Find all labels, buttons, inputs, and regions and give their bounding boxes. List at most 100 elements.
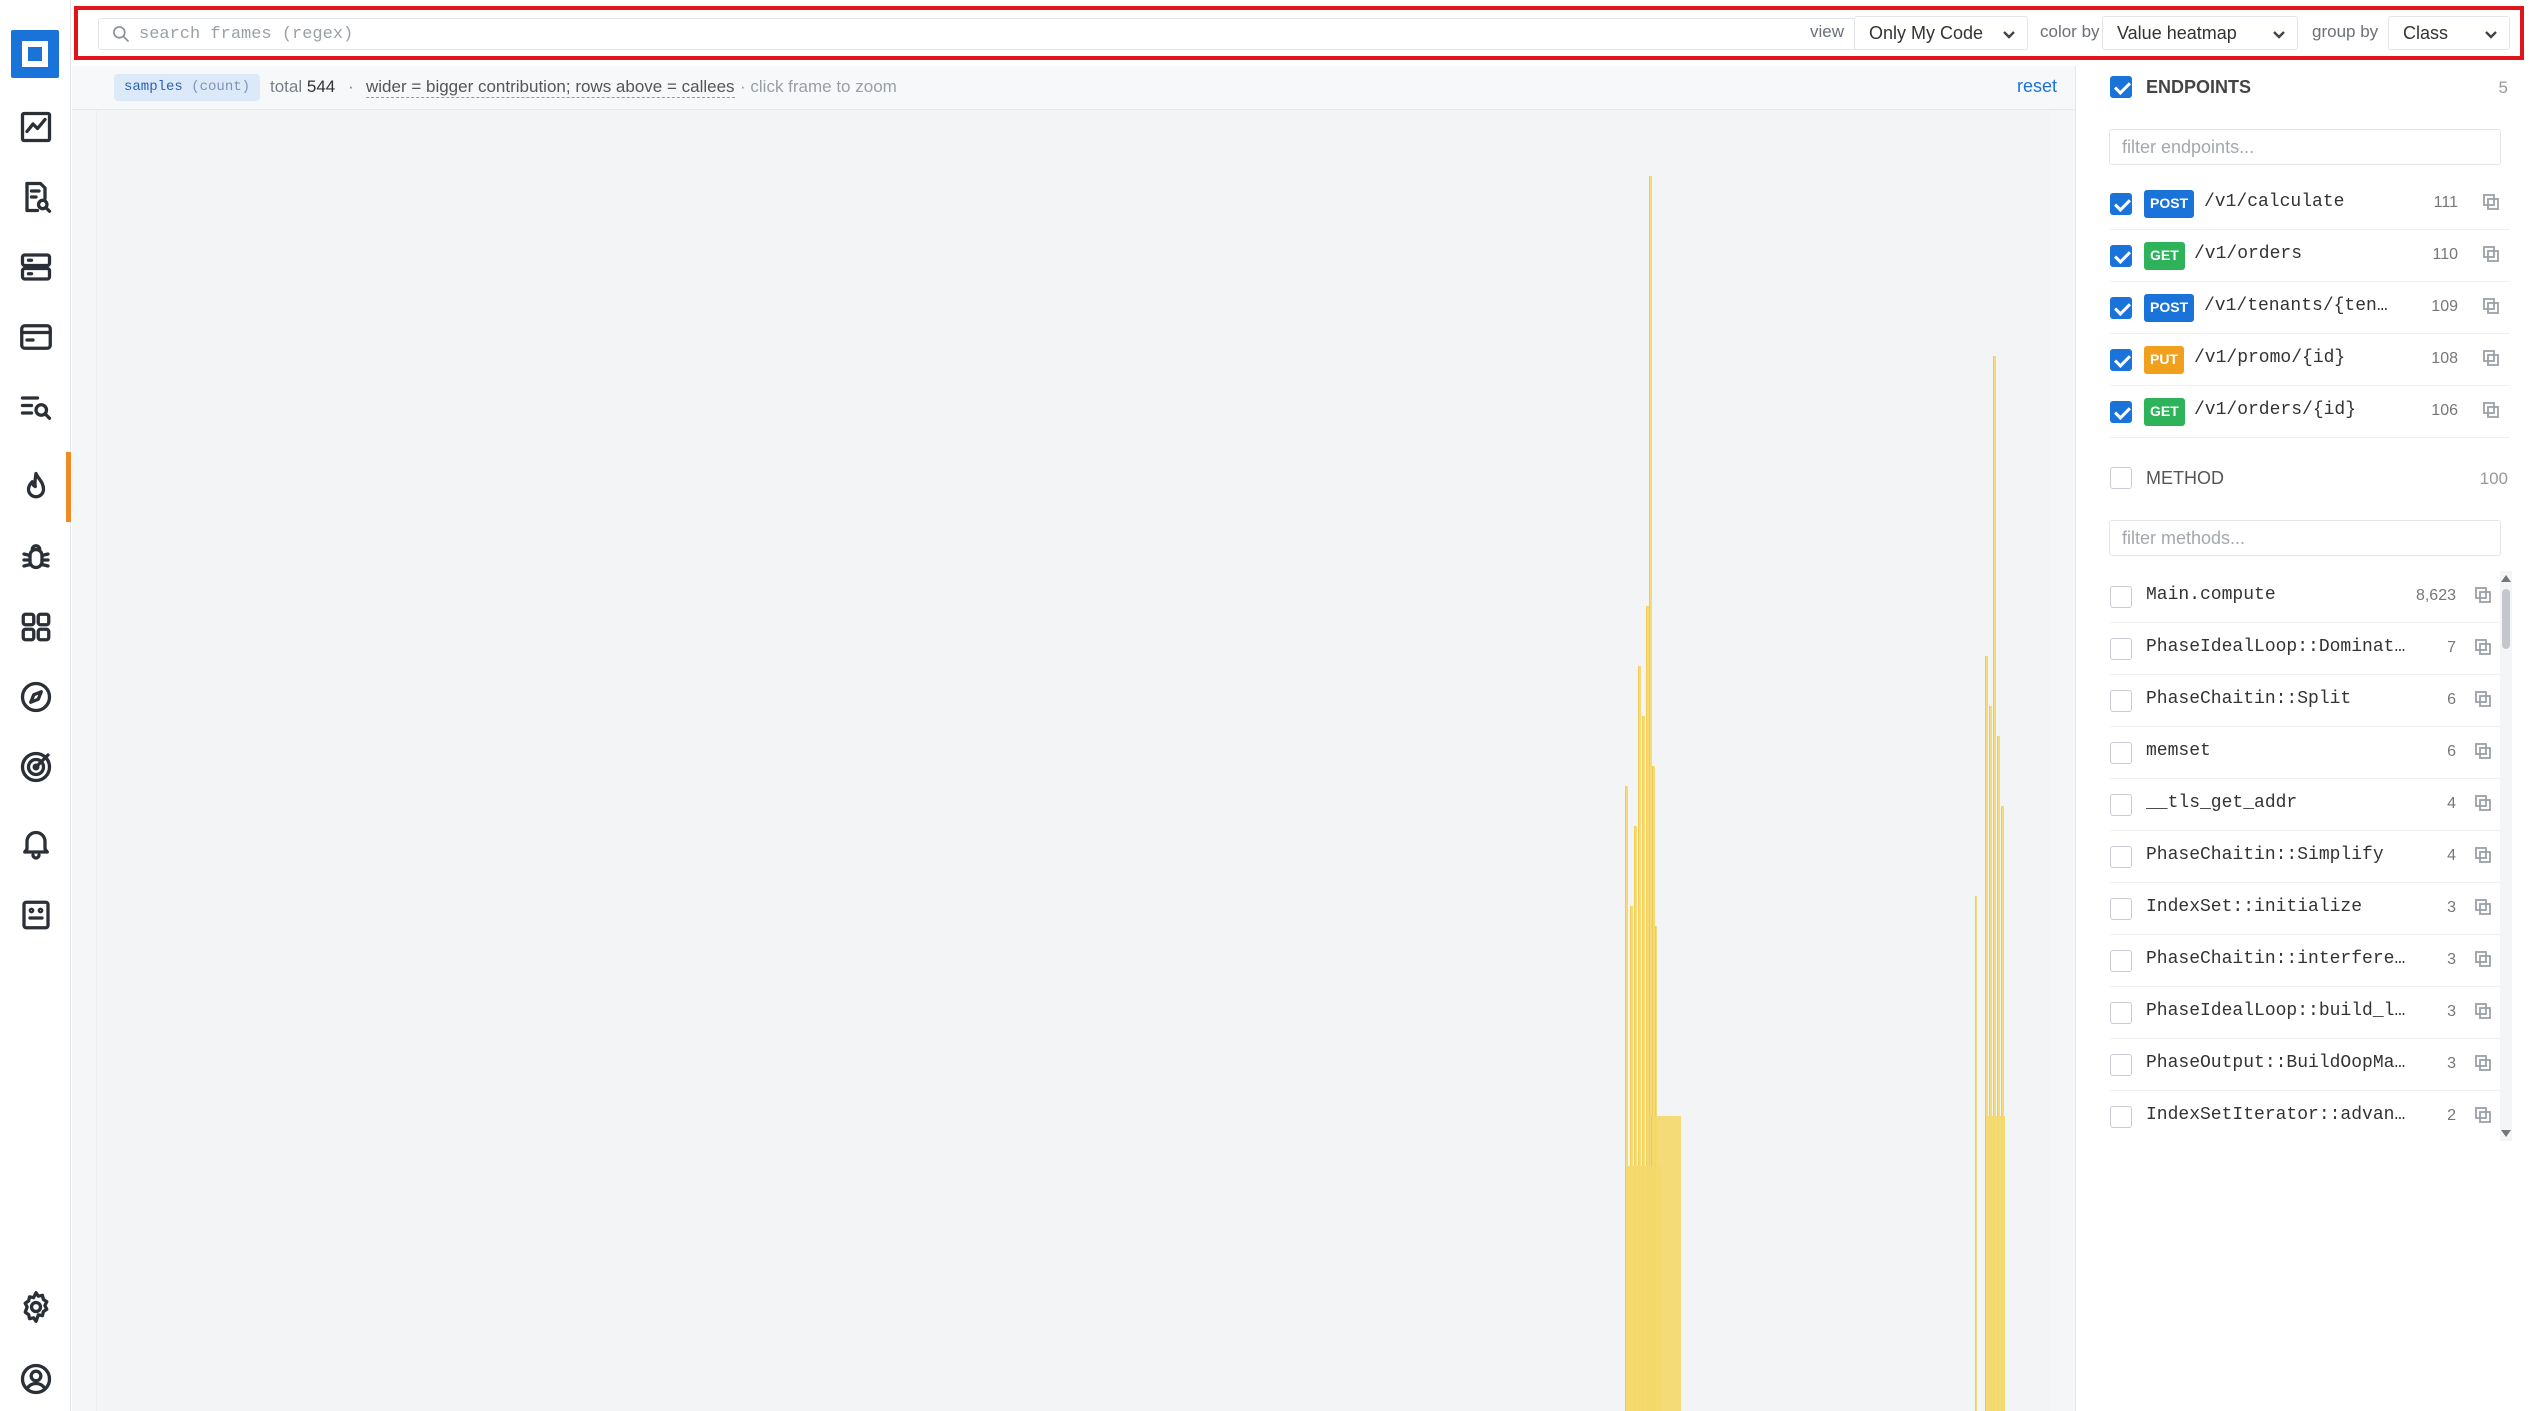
endpoint-checkbox[interactable] bbox=[2110, 401, 2132, 423]
endpoint-path: /v1/tenants/{tenant… bbox=[2204, 296, 2395, 316]
method-checkbox[interactable] bbox=[2110, 794, 2132, 816]
filter-panel: ENDPOINTS 5 POST/v1/calculate 111 GET/v1/o… bbox=[2075, 66, 2525, 1411]
flamegraph-canvas[interactable] bbox=[96, 110, 2051, 1411]
copy-icon[interactable] bbox=[2474, 638, 2492, 656]
endpoint-row[interactable]: POST/v1/tenants/{tenant… 109 bbox=[2110, 282, 2510, 334]
group-by-select-value: Class bbox=[2403, 23, 2449, 43]
endpoint-checkbox[interactable] bbox=[2110, 349, 2132, 371]
copy-icon[interactable] bbox=[2474, 1002, 2492, 1020]
total-value: 544 bbox=[306, 77, 336, 96]
copy-icon[interactable] bbox=[2474, 846, 2492, 864]
list-search-icon[interactable] bbox=[0, 372, 71, 442]
group-by-select[interactable]: Class bbox=[2388, 16, 2510, 50]
scrollbar-thumb[interactable] bbox=[2502, 589, 2510, 649]
user-circle-icon[interactable] bbox=[0, 1344, 71, 1411]
copy-icon[interactable] bbox=[2482, 193, 2500, 211]
method-row[interactable]: PhaseChaitin::Simplify 4 bbox=[2110, 831, 2500, 883]
method-name: __tls_get_addr bbox=[2146, 793, 2298, 813]
flame-frame[interactable] bbox=[1625, 1166, 1661, 1411]
reset-zoom-link[interactable]: reset bbox=[2017, 76, 2057, 97]
compass-icon[interactable] bbox=[0, 662, 71, 732]
method-checkbox[interactable] bbox=[2110, 1106, 2132, 1128]
methods-header: METHOD 100 bbox=[2110, 463, 2510, 493]
copy-icon[interactable] bbox=[2474, 690, 2492, 708]
view-select[interactable]: Only My Code bbox=[1854, 16, 2028, 50]
endpoint-count: 108 bbox=[2431, 350, 2458, 367]
endpoint-row[interactable]: POST/v1/calculate 111 bbox=[2110, 178, 2510, 230]
gear-icon[interactable] bbox=[0, 1272, 71, 1342]
endpoint-row[interactable]: GET/v1/orders 110 bbox=[2110, 230, 2510, 282]
grid-icon[interactable] bbox=[0, 592, 71, 662]
http-method-badge: GET bbox=[2144, 242, 2185, 270]
toolbar: view Only My Code color by Value heatmap… bbox=[74, 6, 2524, 60]
copy-icon[interactable] bbox=[2474, 794, 2492, 812]
method-row[interactable]: PhaseIdealLoop::build_loo… 3 bbox=[2110, 987, 2500, 1039]
method-row[interactable]: memset 6 bbox=[2110, 727, 2500, 779]
method-checkbox[interactable] bbox=[2110, 638, 2132, 660]
samples-metric-badge[interactable]: samples (count) bbox=[114, 74, 261, 101]
method-checkbox[interactable] bbox=[2110, 1054, 2132, 1076]
method-count: 8,623 bbox=[2415, 587, 2456, 604]
endpoint-row[interactable]: PUT/v1/promo/{id} 108 bbox=[2110, 334, 2510, 386]
copy-icon[interactable] bbox=[2474, 898, 2492, 916]
flame-frame[interactable] bbox=[1975, 896, 1977, 1411]
bell-icon[interactable] bbox=[0, 808, 71, 878]
scroll-down-icon[interactable] bbox=[2501, 1130, 2511, 1137]
methods-select-all-checkbox[interactable] bbox=[2110, 467, 2132, 489]
methods-count: 100 bbox=[2479, 469, 2508, 488]
method-checkbox[interactable] bbox=[2110, 690, 2132, 712]
copy-icon[interactable] bbox=[2482, 401, 2500, 419]
copy-icon[interactable] bbox=[2482, 245, 2500, 263]
chart-line-icon[interactable] bbox=[0, 92, 71, 162]
method-count: 6 bbox=[2447, 743, 2456, 760]
endpoint-checkbox[interactable] bbox=[2110, 245, 2132, 267]
terminal-icon[interactable] bbox=[0, 880, 71, 950]
total-samples: total 544 bbox=[270, 77, 335, 97]
method-row[interactable]: PhaseIdealLoop::Dominators 7 bbox=[2110, 623, 2500, 675]
http-method-badge: GET bbox=[2144, 398, 2185, 426]
color-by-select[interactable]: Value heatmap bbox=[2102, 16, 2298, 50]
endpoint-checkbox[interactable] bbox=[2110, 297, 2132, 319]
method-row[interactable]: PhaseChaitin::interfere_w… 3 bbox=[2110, 935, 2500, 987]
copy-icon[interactable] bbox=[2474, 950, 2492, 968]
method-checkbox[interactable] bbox=[2110, 742, 2132, 764]
copy-icon[interactable] bbox=[2482, 349, 2500, 367]
target-icon[interactable] bbox=[0, 732, 71, 802]
flame-icon[interactable] bbox=[0, 452, 71, 522]
server-icon[interactable] bbox=[0, 232, 71, 302]
method-row[interactable]: PhaseOutput::BuildOopMaps 3 bbox=[2110, 1039, 2500, 1091]
scroll-up-icon[interactable] bbox=[2501, 575, 2511, 582]
copy-icon[interactable] bbox=[2482, 297, 2500, 315]
methods-list: Main.compute 8,623PhaseIdealLoop::Dominat… bbox=[2076, 571, 2500, 1141]
browser-window-icon[interactable] bbox=[0, 302, 71, 372]
flame-frame[interactable] bbox=[1985, 1116, 2005, 1411]
method-checkbox[interactable] bbox=[2110, 1002, 2132, 1024]
method-row[interactable]: IndexSet::initialize 3 bbox=[2110, 883, 2500, 935]
search-input[interactable] bbox=[139, 19, 1839, 49]
endpoint-path: /v1/promo/{id} bbox=[2194, 348, 2346, 368]
copy-icon[interactable] bbox=[2474, 586, 2492, 604]
filter-endpoints-input[interactable] bbox=[2109, 129, 2501, 165]
endpoint-checkbox[interactable] bbox=[2110, 193, 2132, 215]
copy-icon[interactable] bbox=[2474, 1054, 2492, 1072]
endpoint-row[interactable]: GET/v1/orders/{id} 106 bbox=[2110, 386, 2510, 438]
document-search-icon[interactable] bbox=[0, 162, 71, 232]
bug-icon[interactable] bbox=[0, 522, 71, 592]
method-row[interactable]: IndexSetIterator::advance… 2 bbox=[2110, 1091, 2500, 1141]
copy-icon[interactable] bbox=[2474, 742, 2492, 760]
method-row[interactable]: PhaseChaitin::Split 6 bbox=[2110, 675, 2500, 727]
method-checkbox[interactable] bbox=[2110, 950, 2132, 972]
method-row[interactable]: __tls_get_addr 4 bbox=[2110, 779, 2500, 831]
copy-icon[interactable] bbox=[2474, 1106, 2492, 1124]
filter-methods-input[interactable] bbox=[2109, 520, 2501, 556]
method-name: Main.compute bbox=[2146, 585, 2276, 605]
method-row[interactable]: Main.compute 8,623 bbox=[2110, 571, 2500, 623]
color-by-label: color by bbox=[2040, 22, 2100, 41]
method-name: PhaseChaitin::Split bbox=[2146, 689, 2352, 709]
method-checkbox[interactable] bbox=[2110, 898, 2132, 920]
logo-icon[interactable] bbox=[11, 30, 59, 78]
methods-scrollbar[interactable] bbox=[2500, 571, 2512, 1141]
method-checkbox[interactable] bbox=[2110, 846, 2132, 868]
endpoints-select-all-checkbox[interactable] bbox=[2110, 76, 2132, 98]
method-checkbox[interactable] bbox=[2110, 586, 2132, 608]
